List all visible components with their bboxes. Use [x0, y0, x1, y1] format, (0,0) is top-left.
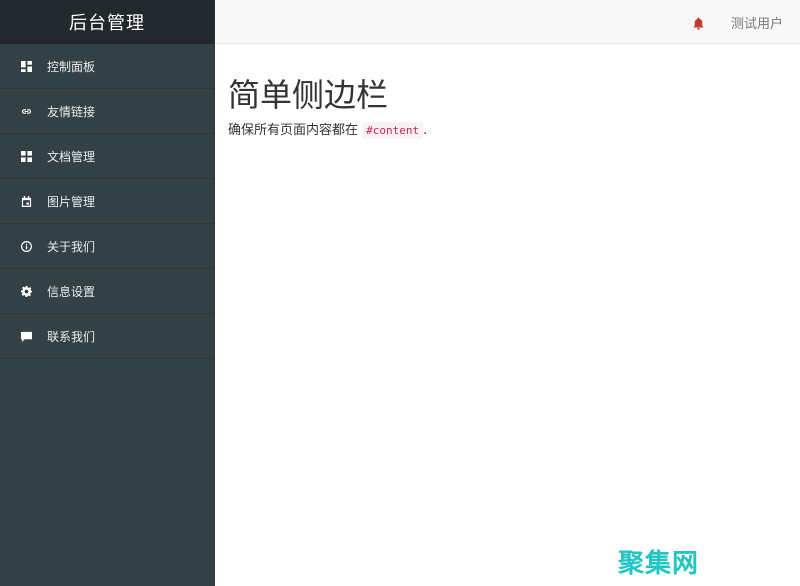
- sidebar-item-about[interactable]: 关于我们: [0, 224, 214, 269]
- sidebar-menu: 控制面板 友情链接 文档管理 图片管理 关于我们 信息设置 联系我们: [0, 44, 214, 359]
- page-description: 确保所有页面内容都在 #content.: [228, 122, 800, 140]
- description-text: 确保所有页面内容都在: [228, 123, 359, 138]
- grid-icon: [20, 150, 32, 162]
- sidebar-item-settings[interactable]: 信息设置: [0, 269, 214, 314]
- description-suffix: .: [423, 123, 428, 138]
- page-title: 简单侧边栏: [228, 76, 389, 114]
- watermark-logo: 聚集网: [618, 549, 700, 579]
- sidebar-item-label: 关于我们: [47, 239, 96, 254]
- sidebar-item-label: 文档管理: [47, 149, 96, 164]
- gear-icon: [20, 285, 32, 297]
- sidebar-item-label: 联系我们: [47, 329, 96, 344]
- sidebar-item-label: 图片管理: [47, 194, 96, 209]
- user-menu[interactable]: 测试用户: [731, 13, 783, 32]
- top-navbar: 测试用户: [215, 0, 800, 44]
- content-area: 简单侧边栏 确保所有页面内容都在 #content.: [215, 44, 800, 586]
- sidebar-item-images[interactable]: 图片管理: [0, 179, 214, 224]
- sidebar: 后台管理 控制面板 友情链接 文档管理 图片管理 关于我们 信息设置 联系我们: [0, 0, 215, 586]
- link-icon: [20, 105, 32, 117]
- info-icon: [20, 240, 32, 252]
- sidebar-title[interactable]: 后台管理: [0, 0, 214, 44]
- sidebar-item-label: 信息设置: [47, 284, 96, 299]
- dashboard-icon: [20, 60, 32, 72]
- sidebar-item-documents[interactable]: 文档管理: [0, 134, 214, 179]
- sidebar-item-links[interactable]: 友情链接: [0, 89, 214, 134]
- sidebar-item-contact[interactable]: 联系我们: [0, 314, 214, 359]
- sidebar-item-dashboard[interactable]: 控制面板: [0, 44, 214, 89]
- chat-icon: [20, 330, 32, 342]
- calendar-icon: [20, 195, 32, 207]
- bell-icon[interactable]: [692, 15, 706, 30]
- sidebar-item-label: 友情链接: [47, 104, 96, 119]
- sidebar-item-label: 控制面板: [47, 59, 96, 74]
- content-code: #content: [362, 122, 424, 139]
